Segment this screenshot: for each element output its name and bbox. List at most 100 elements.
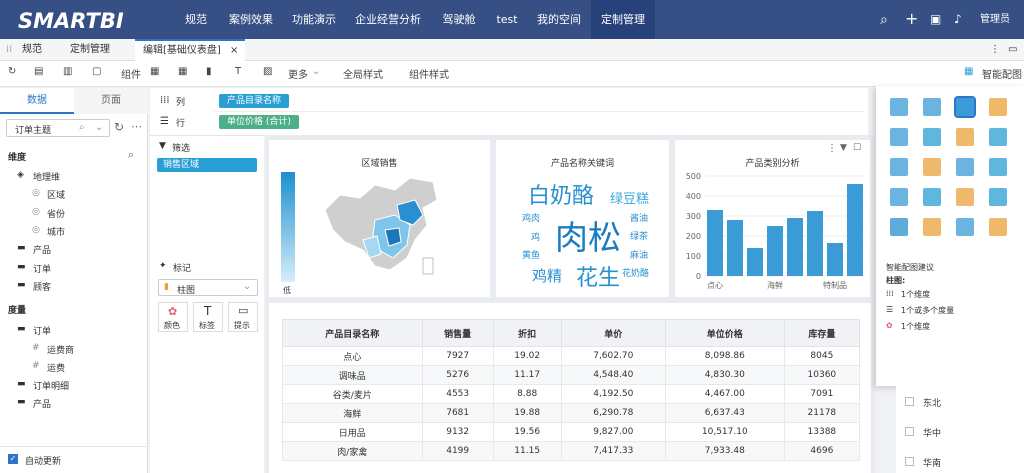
folder-product-measure[interactable]: 产品 [33, 397, 51, 410]
table-header-cell[interactable]: 销售量 [421, 319, 494, 347]
geo-item-province[interactable]: 省份 [47, 207, 65, 220]
add-icon[interactable]: + [905, 9, 918, 28]
tooltip-button[interactable]: ▭ 提示 [228, 302, 258, 332]
tab-spec[interactable]: 规范 [22, 39, 42, 61]
subject-select[interactable]: 订单主题 ⌕ ⌄ [6, 119, 110, 137]
scatter-chart-icon[interactable] [890, 158, 908, 176]
region-checkbox[interactable] [905, 397, 914, 406]
heatmap-chart-icon[interactable] [890, 188, 908, 206]
mosaic-chart-icon[interactable] [923, 218, 941, 236]
more-dropdown[interactable]: 更多 [288, 66, 308, 81]
refresh-icon[interactable]: ↻ [8, 66, 16, 77]
tab-data[interactable]: 数据 [0, 88, 74, 114]
print-icon[interactable]: ▣ [930, 12, 941, 26]
region-checkbox[interactable] [905, 457, 914, 466]
table-row[interactable]: 日用品 9132 19.56 9,827.00 10,517.10 13388 [282, 422, 861, 442]
table-row[interactable]: 海鲜 7681 19.88 6,290.78 6,637.43 21178 [282, 403, 861, 423]
color-button[interactable]: ✿ 颜色 [158, 302, 188, 332]
more-vert-icon[interactable]: ⋮ [990, 39, 1000, 61]
folder-product[interactable]: 产品 [33, 243, 51, 256]
measure-shipper[interactable]: 运费商 [47, 343, 74, 356]
table-chart-icon[interactable] [890, 98, 908, 116]
smart-chart-icon[interactable]: ▦ [964, 66, 973, 77]
more-vert-icon[interactable]: ⋮ [827, 143, 837, 154]
line-chart-icon[interactable] [890, 128, 908, 146]
column-pill[interactable]: 产品目录名称 [219, 94, 290, 108]
table-header-cell[interactable]: 折扣 [492, 319, 562, 347]
table-header-cell[interactable]: 产品目录名称 [282, 319, 423, 347]
table-card[interactable]: 产品目录名称 销售量 折扣 单价 单位价格 库存量 点心 7927 19.02 7,602.70… [269, 303, 871, 473]
geo-item-city[interactable]: 城市 [47, 225, 65, 238]
save-as-icon[interactable]: ▥ [63, 66, 72, 77]
search-icon[interactable]: ⌕ [880, 12, 888, 28]
folder-order[interactable]: 订单 [33, 262, 51, 275]
stacked-bar-chart-icon[interactable] [989, 98, 1007, 116]
more-icon[interactable]: ⋯ [131, 120, 142, 133]
nav-item-cockpit[interactable]: 驾驶舱 [431, 0, 487, 39]
tab-menu-icon[interactable]: ⁞⁞ [6, 39, 12, 61]
geo-group[interactable]: 地理维 [33, 170, 60, 183]
filter-pill[interactable]: 销售区域 [157, 158, 257, 172]
nav-item-spec[interactable]: 规范 [173, 0, 219, 39]
bar-chart-card[interactable]: 产品类别分析 ⋮ ▼ ☐ 0 100 200 300 400 500 点心 海鲜 特制品 [675, 140, 870, 297]
bar-chart-icon[interactable]: ▮ [206, 66, 212, 77]
column-group-chart-icon[interactable] [956, 158, 974, 176]
wordcloud-card[interactable]: 产品名称关键词 白奶酪 绿豆糕 鸡肉 酱油 肉松 鸡 绿茶 黄鱼 麻油 鸡精 花… [496, 140, 669, 297]
column-chart-icon[interactable] [923, 158, 941, 176]
nav-item-business[interactable]: 企业经营分析 [345, 0, 431, 39]
tab-edit-dashboard[interactable]: 编辑[基础仪表盘] × [135, 39, 245, 61]
funnel-hex-chart-icon[interactable] [956, 188, 974, 206]
bubble-chart-icon[interactable] [923, 188, 941, 206]
tab-page[interactable]: 页面 [74, 88, 148, 114]
area-chart-icon[interactable] [923, 128, 941, 146]
window-icon[interactable]: ▭ [1008, 39, 1017, 61]
search-icon[interactable]: ⌕ [128, 148, 134, 162]
auto-update-checkbox[interactable]: ✓ [8, 454, 18, 464]
table-header-cell[interactable]: 单价 [560, 319, 666, 347]
geo-item-region[interactable]: 区域 [47, 188, 65, 201]
funnel-chart-icon[interactable] [989, 218, 1007, 236]
table-row[interactable]: 点心 7927 19.02 7,602.70 8,098.86 8045 [282, 346, 861, 366]
table-row[interactable]: 肉/家禽 4199 11.15 7,417.33 7,933.48 4696 [282, 441, 861, 461]
user-menu[interactable]: 管理员 [975, 0, 1015, 39]
preview-icon[interactable]: ▢ [92, 66, 101, 77]
save-icon[interactable]: ▤ [34, 66, 43, 77]
sankey-chart-icon[interactable] [956, 218, 974, 236]
bar-chart-icon[interactable] [954, 96, 976, 118]
folder-customer[interactable]: 顾客 [33, 280, 51, 293]
nav-item-myspace[interactable]: 我的空间 [527, 0, 591, 39]
folder-order-detail[interactable]: 订单明细 [33, 379, 69, 392]
nav-item-cases[interactable]: 案例效果 [219, 0, 283, 39]
nav-item-test[interactable]: test [487, 0, 527, 39]
map-chart-icon[interactable] [989, 158, 1007, 176]
close-icon[interactable]: × [230, 45, 238, 56]
row-pill[interactable]: 单位价格 (合计) [219, 115, 299, 129]
text-icon[interactable]: T [235, 66, 241, 77]
crosstab-chart-icon[interactable] [923, 98, 941, 116]
map-card[interactable]: 区域销售 低 [269, 140, 490, 297]
global-style-dropdown[interactable]: 全局样式 [343, 66, 383, 81]
table-icon[interactable]: ▦ [150, 66, 159, 77]
bell-icon[interactable]: ♪ [954, 12, 962, 26]
crosstab-icon[interactable]: ▦ [178, 66, 187, 77]
table-row[interactable]: 谷类/麦片 4553 8.88 4,192.50 4,467.00 7091 [282, 384, 861, 404]
component-style-dropdown[interactable]: 组件样式 [409, 66, 449, 81]
table-header-cell[interactable]: 库存量 [783, 319, 861, 347]
table-header-cell[interactable]: 单位价格 [664, 319, 785, 347]
refresh-icon[interactable]: ↻ [114, 120, 124, 134]
nav-item-demo[interactable]: 功能演示 [283, 0, 345, 39]
maximize-icon[interactable]: ☐ [853, 143, 861, 153]
nav-item-custom[interactable]: 定制管理 [591, 0, 655, 39]
region-checkbox[interactable] [905, 427, 914, 436]
measure-freight[interactable]: 运费 [47, 361, 65, 374]
measure-order-group[interactable]: 订单 [33, 324, 51, 337]
tab-custom[interactable]: 定制管理 [70, 39, 110, 61]
filter-icon[interactable]: ▼ [840, 143, 847, 153]
image-icon[interactable]: ▨ [263, 66, 272, 77]
smart-chart-button[interactable]: 智能配图 [982, 66, 1022, 81]
gauge-chart-icon[interactable] [989, 188, 1007, 206]
ring-chart-icon[interactable] [989, 128, 1007, 146]
label-button[interactable]: T 标签 [193, 302, 223, 332]
table-row[interactable]: 调味品 5276 11.17 4,548.40 4,830.30 10360 [282, 365, 861, 385]
treemap-chart-icon[interactable] [890, 218, 908, 236]
